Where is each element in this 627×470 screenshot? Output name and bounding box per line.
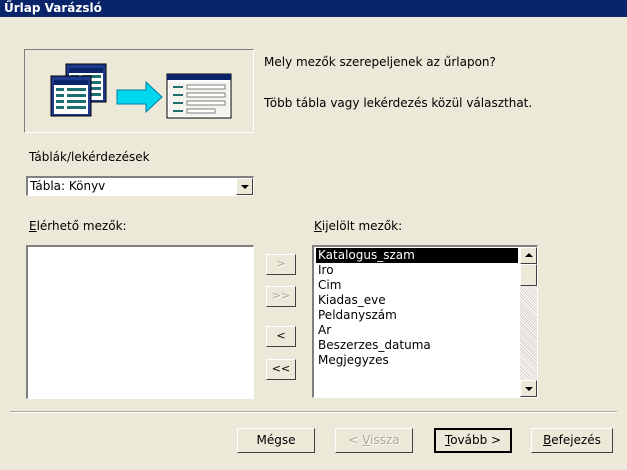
separator — [10, 411, 617, 413]
selected-fields-scrollbar[interactable] — [520, 247, 537, 397]
list-item[interactable]: Katalogus_szam — [316, 248, 518, 263]
selected-fields-list[interactable]: Katalogus_szam Iro Cim Kiadas_eve Peldanyszá… — [312, 245, 538, 398]
add-all-button[interactable]: >> — [266, 286, 296, 307]
list-item[interactable]: Ar — [316, 323, 518, 338]
available-fields-label: Elérhető mezők: — [29, 219, 127, 233]
dropdown-button[interactable] — [236, 178, 253, 195]
scroll-thumb[interactable] — [520, 264, 537, 286]
remove-one-button[interactable]: < — [266, 326, 296, 347]
list-item[interactable]: Iro — [316, 263, 518, 278]
available-fields-list[interactable] — [26, 245, 254, 399]
list-item[interactable]: Megjegyzes — [316, 353, 518, 368]
cancel-button[interactable]: Mégse — [237, 428, 315, 453]
list-item[interactable]: Beszerzes_datuma — [316, 338, 518, 353]
window-title: Űrlap Varázsló — [4, 1, 102, 15]
hint-text: Több tábla vagy lekérdezés közül választ… — [264, 96, 533, 110]
chevron-up-icon — [525, 253, 533, 257]
scroll-up-button[interactable] — [520, 247, 537, 264]
scroll-down-button[interactable] — [520, 380, 537, 397]
list-item[interactable]: Kiadas_eve — [316, 293, 518, 308]
source-label: Táblák/lekérdezések — [29, 150, 150, 164]
question-text: Mely mezők szerepeljenek az űrlapon? — [264, 55, 496, 69]
chevron-down-icon — [525, 387, 533, 391]
next-button[interactable]: Tovább > — [434, 428, 512, 453]
form-wizard-dialog: Űrlap Varázsló Mely mezők szerepeljenek … — [0, 0, 627, 470]
back-button[interactable]: < Vissza — [335, 428, 413, 453]
table-query-select-value: Tábla: Könyv — [30, 179, 106, 193]
finish-button[interactable]: Befejezés — [531, 428, 613, 453]
selected-fields-items: Katalogus_szam Iro Cim Kiadas_eve Peldanyszá… — [316, 248, 518, 368]
chevron-down-icon — [241, 185, 249, 189]
list-item[interactable]: Peldanyszám — [316, 308, 518, 323]
add-one-button[interactable]: > — [266, 254, 296, 275]
wizard-illustration — [24, 49, 254, 133]
title-bar[interactable]: Űrlap Varázsló — [0, 0, 627, 17]
list-item[interactable]: Cim — [316, 278, 518, 293]
table-query-select[interactable]: Tábla: Könyv — [26, 176, 254, 196]
tables-to-form-icon — [50, 63, 232, 119]
remove-all-button[interactable]: << — [266, 359, 296, 380]
selected-fields-label: Kijelölt mezők: — [314, 219, 403, 233]
